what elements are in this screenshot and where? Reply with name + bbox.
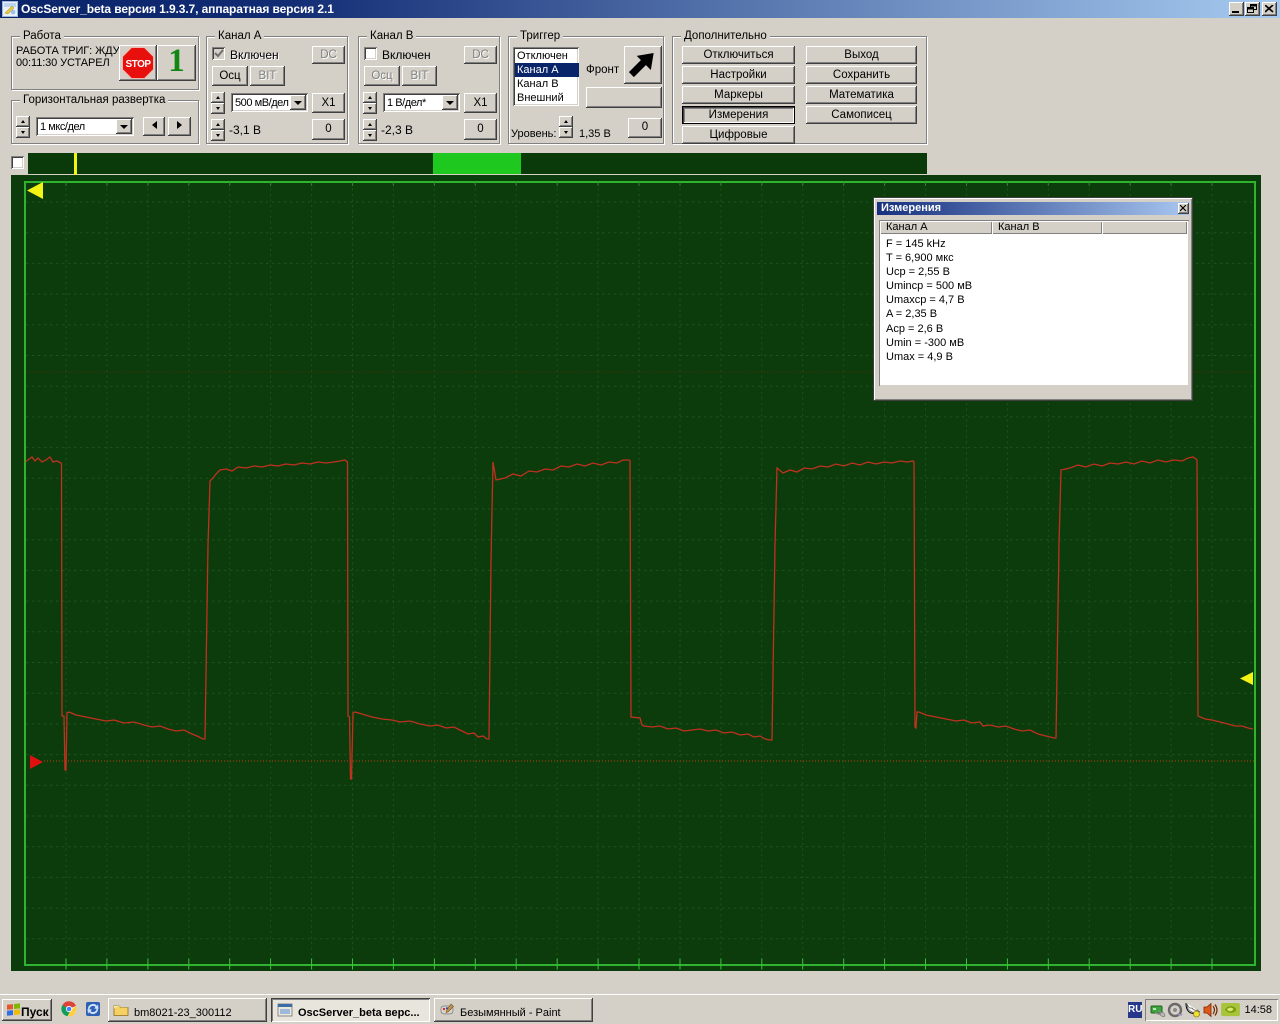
svg-text:STOP: STOP bbox=[125, 59, 151, 70]
